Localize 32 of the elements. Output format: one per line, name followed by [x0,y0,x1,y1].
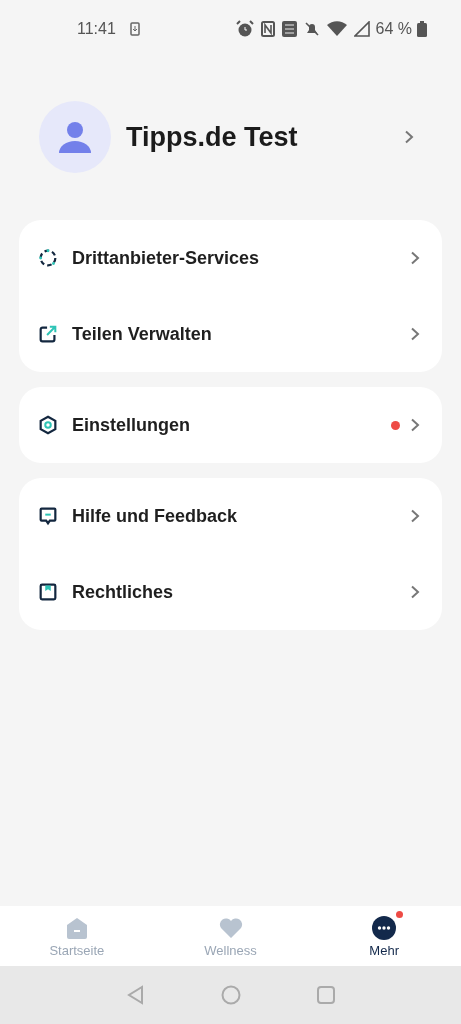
wifi-icon [326,21,347,37]
chevron-right-icon [404,130,414,144]
chevron-right-icon [410,327,420,341]
book-icon [37,581,59,603]
menu-item[interactable]: Teilen Verwalten [19,296,442,372]
person-icon [57,119,93,155]
nfc-icon [260,21,275,37]
recents-icon[interactable] [315,985,336,1005]
battery-percent: 64 % [375,20,412,38]
home-button-icon[interactable] [220,985,241,1005]
chevron-right-icon [410,418,420,432]
chat-icon [37,505,59,527]
chevron-right-icon [410,509,420,523]
more-icon [371,914,398,941]
profile-row[interactable]: Tipps.de Test [19,98,442,176]
menu-item[interactable]: Einstellungen [19,387,442,463]
status-time: 11:41 [77,20,116,38]
nav-tab[interactable]: Mehr [307,906,461,966]
settings-icon [37,414,59,436]
battery-icon [417,21,427,37]
menu-item[interactable]: Rechtliches [19,554,442,630]
menu-item[interactable]: Drittanbieter-Services [19,220,442,296]
chevron-right-icon [410,251,420,265]
share-icon [37,323,59,345]
download-icon [129,22,140,36]
alarm-icon [235,20,254,38]
menu-item[interactable]: Hilfe und Feedback [19,478,442,554]
signal-icon [353,21,370,37]
ring-icon [37,247,59,269]
chevron-right-icon [410,585,420,599]
bell-off-icon [303,21,320,37]
back-icon[interactable] [125,985,146,1005]
